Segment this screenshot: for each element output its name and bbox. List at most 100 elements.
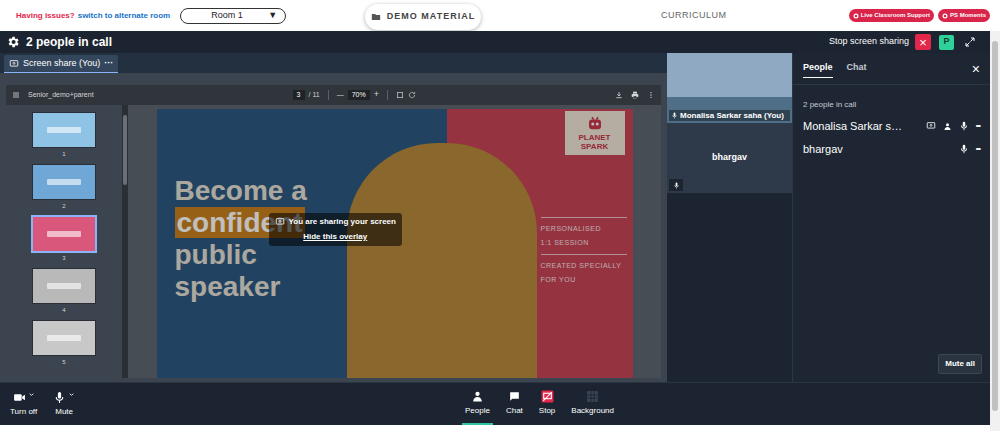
call-header: 2 people in callStop screen sharing×P [0,31,990,53]
more-icon[interactable] [647,91,655,99]
chevron-icon[interactable] [28,391,35,398]
close-panel-button[interactable]: × [972,62,980,76]
thumbnail[interactable]: 5 [33,321,95,373]
person-more[interactable]: ••• [976,121,980,132]
control-button[interactable]: People [462,383,493,425]
thumbnail-content [47,283,81,289]
top-button-label: Live Classroom Support [861,11,930,20]
toolbar-divider [328,90,329,100]
controls-center: People Chat Stop Background [462,383,617,425]
mic-icon[interactable] [673,182,680,189]
zoom-out-button[interactable]: — [337,90,344,101]
thumbnail-page[interactable] [33,217,95,251]
control-button[interactable]: Chat [503,383,526,425]
thumbnail-content [47,179,81,185]
top-buttons: Live Classroom Support PS Moments [849,9,990,22]
thumbnail-page[interactable] [33,113,95,147]
thumbnail-content [47,231,81,237]
share-tab[interactable]: Screen share (You) ··· [4,55,118,73]
control-icon-row [13,391,35,404]
participant-tiles: Monalisa Sarkar saha (You) bhargav [667,53,792,382]
menu-icon[interactable] [12,91,20,99]
control-button[interactable]: Turn off [10,391,37,418]
hide-overlay-link[interactable]: Hide this overlay [303,231,367,243]
page-number[interactable]: 3 [293,90,305,101]
thumbnail-page[interactable] [33,269,95,303]
top-button-label: PS Moments [950,11,986,20]
mic-icon[interactable] [959,121,969,131]
page-scrollbar[interactable] [990,31,1000,431]
issue-notice: Having issues?switch to alternate room [16,10,170,22]
stop-sharing-button[interactable]: × [915,34,931,50]
viewer-body: 1 2 3 4 5 Become aconfidentpublicspeakerPLANE… [6,105,661,378]
top-button[interactable]: Live Classroom Support [849,9,934,22]
top-button[interactable]: PS Moments [938,9,990,22]
demo-material-button[interactable]: DEMO MATERIAL [365,4,481,30]
control-button[interactable]: Mute [53,391,75,418]
thumbnail-list: 1 2 3 4 5 [6,105,122,378]
record-icon [942,13,948,19]
thumbnail[interactable]: 3 [33,217,95,269]
thumbnail-number: 4 [62,306,65,315]
participant-tile[interactable]: bhargav [667,123,792,193]
print-icon[interactable] [631,91,639,99]
fit-page-icon[interactable] [396,91,404,99]
download-icon[interactable] [615,91,623,99]
controls-left: Turn off Mute [0,383,462,425]
demo-material-label: DEMO MATERIAL [387,10,475,24]
chat-icon [508,390,521,403]
controls-bar: Turn off Mute People Chat Stop Background [0,382,990,425]
rotate-icon[interactable] [408,91,416,99]
share-overlay-text: You are sharing your screen [289,216,396,228]
thumbnail[interactable]: 2 [33,165,95,217]
app: Having issues?switch to alternate room Ro… [0,0,1000,431]
issue-area: Having issues?switch to alternate room Ro… [16,8,365,24]
thumbnail-scrollbar-thumb[interactable] [123,115,127,185]
switch-room-link[interactable]: switch to alternate room [78,10,170,22]
panel-tab[interactable]: People [803,59,833,78]
room-caret-icon: ▼ [268,9,277,23]
user-avatar[interactable]: P [939,35,954,50]
camera-icon [13,391,26,404]
mute-all-button[interactable]: Mute all [938,354,982,374]
thumbnail-page[interactable] [33,321,95,355]
person-more[interactable]: ••• [976,144,980,155]
thumbnail-page[interactable] [33,165,95,199]
screen-share-icon [926,121,936,131]
tile-label: Monalisa Sarkar saha (You) [669,110,790,121]
tile-mic [669,179,683,191]
thumbnail[interactable]: 1 [33,113,95,165]
screen-share-area: Screen share (You) ··· Senior_demo+parent 3… [0,53,667,382]
curriculum-link[interactable]: CURRICULUM [661,9,727,23]
room-label: Room 1 [189,9,243,23]
control-button[interactable]: Stop [536,383,558,425]
viewer-toolbar: Senior_demo+parent 3 / 11 — 70% + [6,85,661,105]
thumbnail-number: 2 [62,202,65,211]
thumbnail[interactable]: 4 [33,269,95,321]
panel-tab[interactable]: Chat [847,59,867,78]
gear-icon[interactable] [6,35,20,49]
pdf-viewer: Senior_demo+parent 3 / 11 — 70% +1 2 3 4 5 Become … [0,73,667,382]
zoom-in-button[interactable]: + [374,88,379,102]
toolbar-divider [387,90,388,100]
mic-icon[interactable] [959,144,969,154]
person-icon[interactable] [943,122,952,131]
control-button[interactable]: Background [568,383,617,425]
mic-icon[interactable] [671,112,678,119]
share-tab-label: Screen share (You) [23,57,100,71]
zoom-level[interactable]: 70% [348,90,370,101]
person-actions: ••• [952,144,980,155]
participant-tile[interactable]: Monalisa Sarkar saha (You) [667,53,792,123]
room-select[interactable]: Room 1 ▼ [180,8,286,24]
expand-icon[interactable] [964,36,976,48]
scrollbar-thumb[interactable] [992,41,998,411]
file-name: Senior_demo+parent [28,90,94,101]
share-tab-more[interactable]: ··· [104,57,113,71]
top-right: CURRICULUM Live Classroom Support PS Momen… [481,9,990,23]
slide: Become aconfidentpublicspeakerPLANETSPAR… [157,109,633,378]
page-count: / 11 [309,90,320,101]
chevron-icon[interactable] [68,391,75,398]
stop-icon [541,390,554,403]
stop-sharing-label[interactable]: Stop screen sharing [829,35,909,49]
people-count: 2 people in call [793,99,990,111]
